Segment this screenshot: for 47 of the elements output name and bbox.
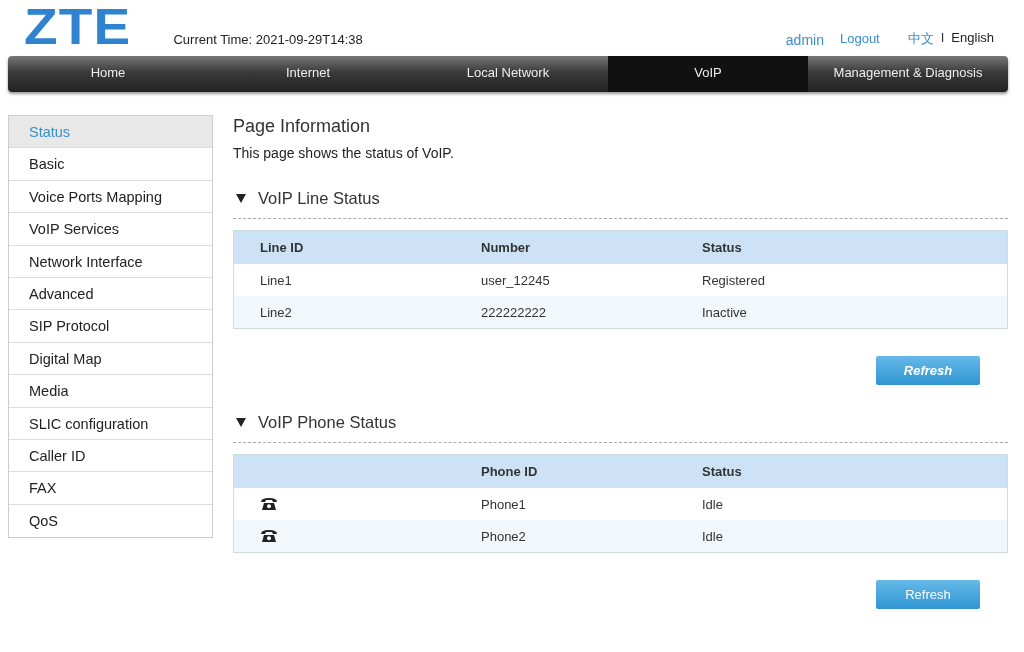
telephone-icon — [260, 529, 278, 543]
sidebar-item[interactable]: QoS — [9, 504, 212, 538]
sidebar-item[interactable]: Basic — [9, 148, 212, 181]
column-header: Status — [701, 464, 742, 479]
telephone-icon — [260, 497, 278, 511]
column-header: Line ID — [259, 240, 305, 255]
collapse-triangle-icon[interactable] — [236, 194, 246, 203]
sidebar-item[interactable]: Network Interface — [9, 245, 212, 278]
page-description: This page shows the status of VoIP. — [233, 145, 455, 161]
sidebar-item[interactable]: Media — [9, 375, 212, 408]
current-time: Current Time: 2021-09-29T14:38 — [173, 32, 363, 47]
nav-tab[interactable]: Home — [8, 56, 208, 92]
column-header: Number — [480, 240, 532, 255]
language-link[interactable]: English — [951, 30, 994, 48]
section-title: VoIP Line Status — [258, 189, 380, 208]
sidebar-item[interactable]: Digital Map — [9, 342, 212, 376]
table-cell-text: 222222222 — [480, 304, 548, 320]
table-cell-text: Phone1 — [480, 496, 527, 512]
sidebar-item[interactable]: Caller ID — [9, 439, 212, 473]
table-cell-text: Line2 — [259, 304, 293, 320]
zte-logo: ZTE — [24, 2, 132, 52]
table-cell-text: Line1 — [259, 272, 293, 288]
table-cell-text: Inactive — [701, 304, 747, 320]
language-link[interactable]: 中文 — [907, 30, 934, 48]
column-header: Status — [701, 240, 742, 255]
nav-tab[interactable]: Management & Diagnosis — [808, 56, 1008, 92]
column-header: Phone ID — [480, 464, 539, 479]
nav-tab[interactable]: Local Network — [408, 56, 608, 92]
username-link[interactable]: admin — [785, 32, 824, 48]
nav-tab[interactable]: VoIP — [608, 56, 808, 92]
logout-link[interactable]: Logout — [839, 31, 880, 46]
sidebar-item[interactable]: Advanced — [9, 277, 212, 311]
nav-tab[interactable]: Internet — [208, 56, 408, 92]
sidebar-item[interactable]: SIP Protocol — [9, 310, 212, 343]
sidebar-item[interactable]: FAX — [9, 472, 212, 505]
table-cell-text: user_12245 — [480, 272, 551, 288]
sidebar-item[interactable]: Voice Ports Mapping — [9, 180, 212, 214]
table-cell-text: Registered — [701, 272, 765, 288]
table-cell-text: Idle — [701, 528, 723, 544]
page-title: Page Information — [233, 116, 372, 137]
language-separator: I — [940, 30, 945, 47]
section-title: VoIP Phone Status — [258, 413, 397, 432]
sidebar-item[interactable]: SLIC configuration — [9, 407, 212, 440]
collapse-triangle-icon[interactable] — [236, 418, 246, 427]
sidebar-item[interactable]: VoIP Services — [9, 213, 212, 246]
table-cell-text: Phone2 — [480, 528, 527, 544]
table-cell-text: Idle — [701, 496, 723, 512]
